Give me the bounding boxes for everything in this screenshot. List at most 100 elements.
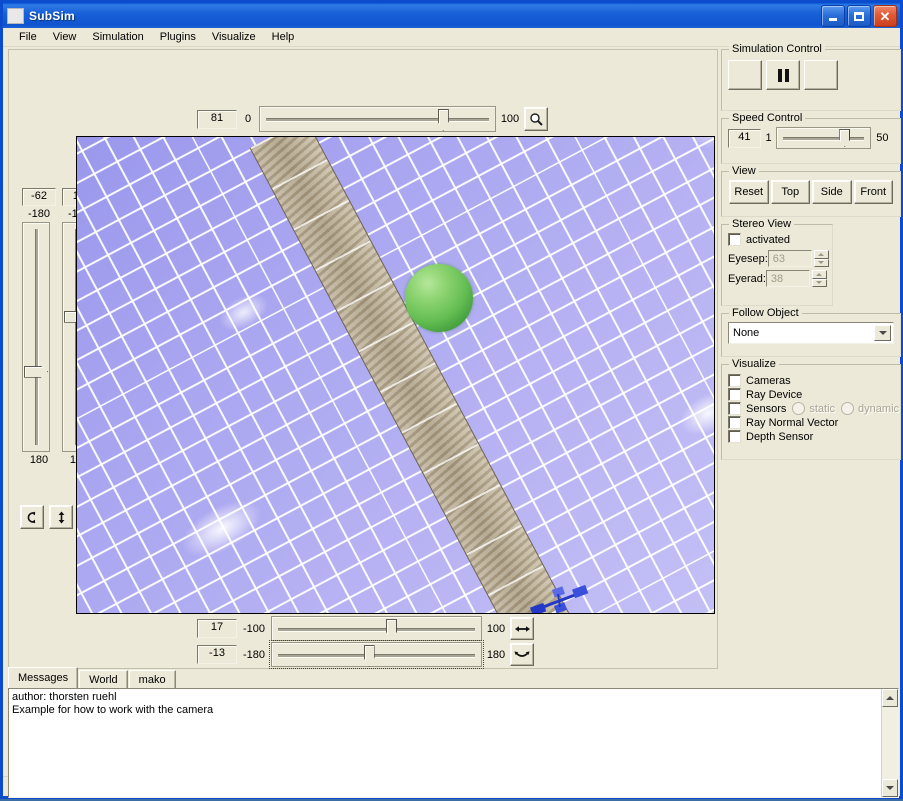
slider-thumb[interactable] <box>385 619 397 641</box>
view-side-button[interactable]: Side <box>812 180 852 204</box>
minimize-button[interactable] <box>821 5 845 27</box>
menu-item-view[interactable]: View <box>45 29 85 45</box>
cameras-checkbox[interactable] <box>728 374 741 387</box>
view-reset-button[interactable]: Reset <box>729 180 769 204</box>
zoom-slider[interactable] <box>259 106 496 132</box>
close-button[interactable]: ✕ <box>873 5 897 27</box>
stereo-view-label: Stereo View <box>729 218 795 230</box>
play-button[interactable] <box>728 60 762 90</box>
rotate-button[interactable] <box>20 505 44 529</box>
eyesep-up-button[interactable] <box>813 250 829 259</box>
follow-object-dropdown-button[interactable] <box>874 325 891 341</box>
pan-value[interactable]: 17 <box>197 619 237 638</box>
stereo-activated-label: activated <box>746 233 791 246</box>
magnifier-icon <box>530 113 543 126</box>
visualize-ray-device-row[interactable]: Ray Device <box>728 388 894 401</box>
green-sphere-object <box>405 264 473 332</box>
minimize-icon <box>829 17 837 21</box>
slider-thumb[interactable] <box>839 129 851 147</box>
sensors-dynamic-label: dynamic <box>858 402 900 415</box>
stop-button[interactable] <box>804 60 838 90</box>
yaw-slider[interactable] <box>269 640 484 669</box>
stereo-activated-row[interactable]: activated <box>728 233 826 246</box>
ray-normal-vector-checkbox[interactable] <box>728 416 741 429</box>
chevron-up-icon <box>886 696 894 700</box>
curved-arrows-icon <box>514 651 530 657</box>
yaw-max-label: 180 <box>486 648 506 661</box>
slider-thumb[interactable] <box>24 365 48 378</box>
eyesep-row: Eyesep: 63 <box>728 250 829 267</box>
pitch-value[interactable]: -62 <box>22 188 56 206</box>
tab-messages[interactable]: Messages <box>8 667 79 689</box>
simulation-control-buttons <box>728 60 894 90</box>
title-bar: SubSim ✕ <box>3 3 900 28</box>
visualize-depth-sensor-row[interactable]: Depth Sensor <box>728 430 894 443</box>
zoom-value[interactable]: 81 <box>197 109 237 129</box>
slider-track <box>783 137 864 141</box>
yaw-mode-button[interactable] <box>510 643 534 666</box>
pause-button[interactable] <box>766 60 800 90</box>
follow-object-group: Follow Object None <box>721 307 901 357</box>
pan-max-label: 100 <box>486 622 506 635</box>
tab-mako[interactable]: mako <box>128 670 176 689</box>
messages-scrollbar[interactable] <box>881 689 898 797</box>
tab-world[interactable]: World <box>79 670 128 689</box>
maximize-button[interactable] <box>847 5 871 27</box>
magnifier-button[interactable] <box>524 107 548 131</box>
eyerad-down-button[interactable] <box>811 278 827 287</box>
pitch-min-label: 180 <box>29 454 49 466</box>
view-label: View <box>729 165 759 177</box>
3d-viewport[interactable] <box>76 136 715 614</box>
speed-control-group: Speed Control 41 1 50 <box>721 112 901 164</box>
chevron-down-icon <box>816 281 823 285</box>
eyerad-spinner[interactable]: 38 <box>765 270 827 287</box>
menu-item-plugins[interactable]: Plugins <box>152 29 204 45</box>
visualize-sensors-row[interactable]: Sensors static dynamic <box>728 402 899 415</box>
menu-item-visualize[interactable]: Visualize <box>204 29 264 45</box>
pan-mode-button[interactable] <box>510 617 534 640</box>
pan-slider-row: 17 -100 100 <box>197 616 534 641</box>
slider-thumb[interactable] <box>437 109 449 131</box>
follow-object-select[interactable]: None <box>728 322 894 344</box>
auv-submarine-object <box>529 580 591 613</box>
eyesep-down-button[interactable] <box>813 258 829 267</box>
updown-button[interactable] <box>49 505 73 529</box>
stereo-activated-checkbox[interactable] <box>728 233 741 246</box>
scroll-down-button[interactable] <box>882 779 898 797</box>
pitch-slider[interactable] <box>22 222 50 452</box>
pitch-max-label: -180 <box>27 208 51 220</box>
pan-slider[interactable] <box>271 616 482 641</box>
speed-value[interactable]: 41 <box>728 128 761 148</box>
menu-item-help[interactable]: Help <box>264 29 303 45</box>
sensors-checkbox[interactable] <box>728 402 741 415</box>
eyerad-up-button[interactable] <box>811 270 827 279</box>
slider-thumb[interactable] <box>363 645 375 667</box>
view-top-button[interactable]: Top <box>770 180 810 204</box>
eyerad-row: Eyerad: 38 <box>728 270 827 287</box>
messages-text[interactable]: author: thorsten ruehl Example for how t… <box>9 689 881 797</box>
speed-slider[interactable] <box>776 127 871 149</box>
sensors-dynamic-radio <box>841 402 855 415</box>
chevron-up-icon <box>816 272 823 276</box>
yaw-value[interactable]: -13 <box>197 645 237 664</box>
menu-item-simulation[interactable]: Simulation <box>84 29 151 45</box>
eyerad-spin-arrows[interactable] <box>811 270 827 287</box>
speed-max-label: 50 <box>876 132 889 144</box>
eyerad-value[interactable]: 38 <box>765 270 810 287</box>
speed-control-label: Speed Control <box>729 112 806 124</box>
ray-device-checkbox[interactable] <box>728 388 741 401</box>
visualize-cameras-row[interactable]: Cameras <box>728 374 894 387</box>
tab-bar: Messages World mako <box>8 667 177 689</box>
slider-track <box>266 118 489 122</box>
scroll-up-button[interactable] <box>882 689 898 707</box>
eyesep-value[interactable]: 63 <box>767 250 812 267</box>
eyesep-spinner[interactable]: 63 <box>767 250 829 267</box>
stereo-view-group: Stereo View activated Eyesep: 63 Eyerad:… <box>721 218 833 306</box>
eyesep-spin-arrows[interactable] <box>813 250 829 267</box>
menu-item-file[interactable]: File <box>11 29 45 45</box>
viewport-panel: 81 0 100 -62 -180 180 17 -100 100 -13 -1… <box>8 49 718 669</box>
view-front-button[interactable]: Front <box>853 180 893 204</box>
depth-sensor-checkbox[interactable] <box>728 430 741 443</box>
visualize-ray-normal-row[interactable]: Ray Normal Vector <box>728 416 894 429</box>
bottom-tab-area: Messages World mako author: thorsten rue… <box>8 667 901 801</box>
